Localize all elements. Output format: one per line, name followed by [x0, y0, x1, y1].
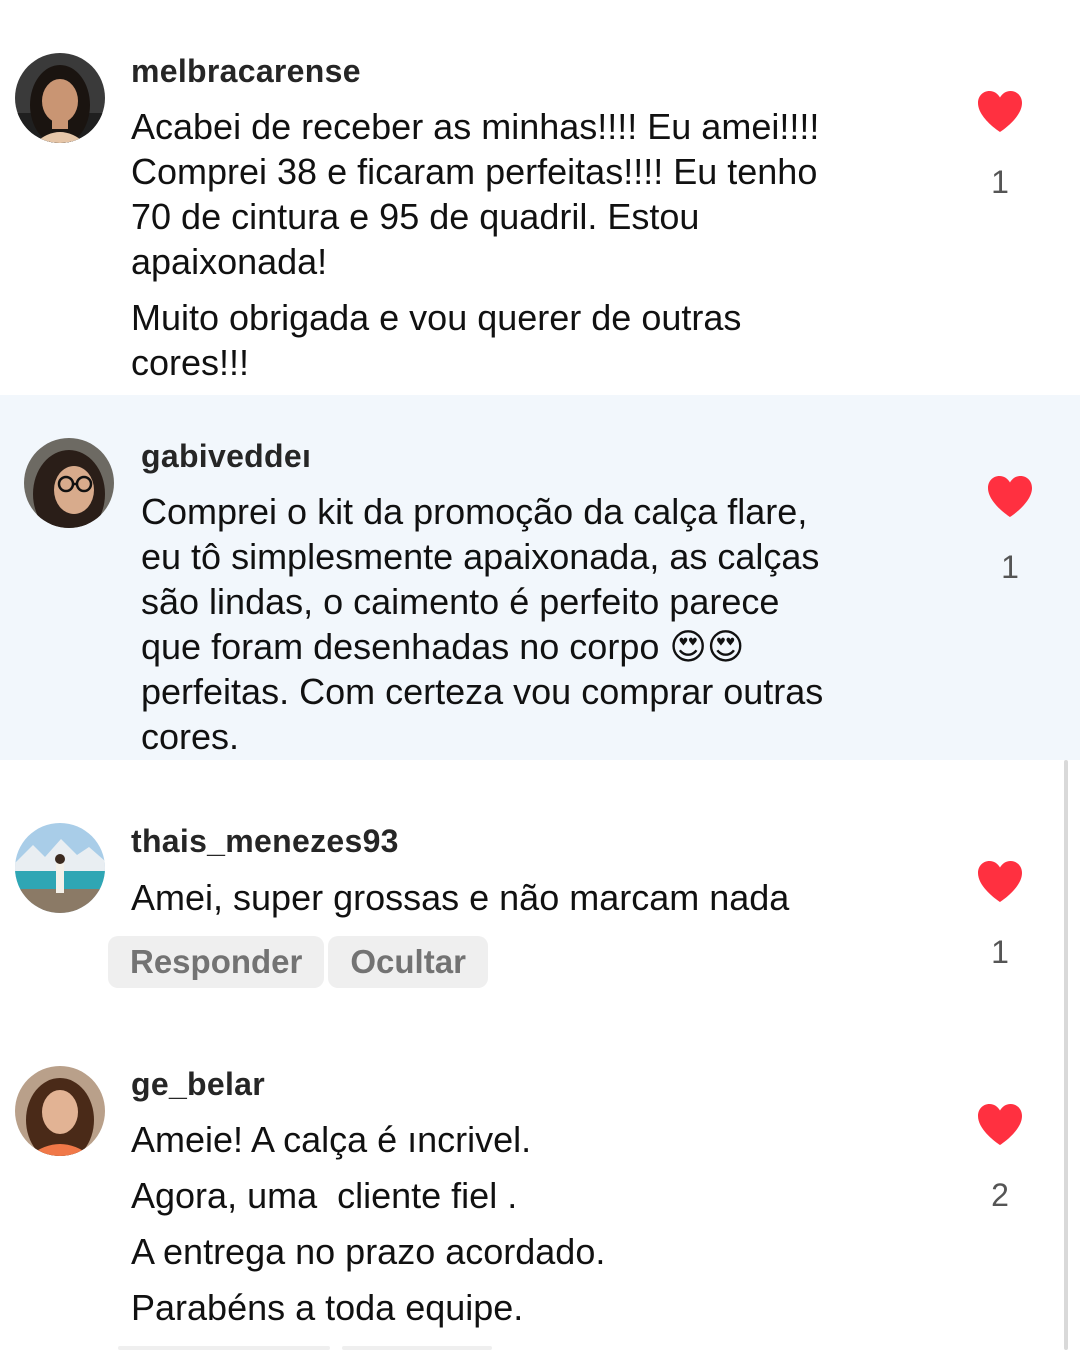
avatar[interactable]: [15, 1066, 105, 1156]
comment-paragraph: Agora, uma cliente fiel .: [131, 1175, 518, 1216]
action-pill-hint: [118, 1346, 330, 1350]
like-control[interactable]: 1: [970, 90, 1030, 201]
comment-paragraph: Comprei o kit da promoção da calça flare…: [141, 491, 824, 757]
comment-paragraph: Parabéns a toda equipe.: [131, 1287, 524, 1328]
like-control[interactable]: 1: [970, 860, 1030, 971]
reply-button[interactable]: Responder: [108, 936, 325, 988]
comment-item-highlighted: gabiveddeı Comprei o kit da promoção da …: [0, 395, 1080, 760]
comment-actions: Responder Ocultar: [108, 936, 488, 988]
action-pill-hint: [342, 1346, 492, 1350]
profile-photo-icon: [15, 823, 105, 913]
like-count: 1: [991, 934, 1009, 970]
heart-icon[interactable]: [976, 90, 1024, 134]
profile-photo-icon: [15, 1066, 105, 1156]
comment-item: melbracarense Acabei de receber as minha…: [0, 0, 1080, 395]
comment-text: Acabei de receber as minhas!!!! Eu amei!…: [131, 104, 931, 385]
avatar[interactable]: [24, 438, 114, 528]
comment-item: thais_menezes93 Amei, super grossas e nã…: [0, 760, 1080, 1040]
username[interactable]: melbracarense: [131, 53, 361, 90]
heart-icon[interactable]: [976, 860, 1024, 904]
comment-text: Amei, super grossas e não marcam nada: [131, 875, 931, 920]
scrollbar[interactable]: [1064, 760, 1068, 1350]
heart-icon[interactable]: [986, 475, 1034, 519]
profile-photo-icon: [15, 53, 105, 143]
username[interactable]: thais_menezes93: [131, 823, 399, 860]
like-control[interactable]: 1: [980, 475, 1040, 586]
avatar[interactable]: [15, 53, 105, 143]
comment-paragraph: A entrega no prazo acordado.: [131, 1231, 606, 1272]
like-control[interactable]: 2: [970, 1103, 1030, 1214]
avatar[interactable]: [15, 823, 105, 913]
profile-photo-icon: [24, 438, 114, 528]
comment-paragraph: Amei, super grossas e não marcam nada: [131, 877, 790, 918]
heart-icon[interactable]: [976, 1103, 1024, 1147]
username[interactable]: ge_belar: [131, 1066, 265, 1103]
username[interactable]: gabiveddeı: [141, 438, 311, 475]
hide-button[interactable]: Ocultar: [328, 936, 488, 988]
comment-paragraph: Muito obrigada e vou querer de outras co…: [131, 297, 742, 383]
comments-feed: melbracarense Acabei de receber as minha…: [0, 0, 1080, 1350]
like-count: 2: [991, 1177, 1009, 1213]
comment-item: ge_belar Ameie! A calça é ıncrivel. Agor…: [0, 1040, 1080, 1350]
like-count: 1: [1001, 549, 1019, 585]
comment-text: Ameie! A calça é ıncrivel. Agora, uma cl…: [131, 1117, 931, 1330]
comment-paragraph: Ameie! A calça é ıncrivel.: [131, 1119, 532, 1160]
comment-text: Comprei o kit da promoção da calça flare…: [141, 489, 941, 759]
comment-paragraph: Acabei de receber as minhas!!!! Eu amei!…: [131, 106, 820, 282]
like-count: 1: [991, 164, 1009, 200]
